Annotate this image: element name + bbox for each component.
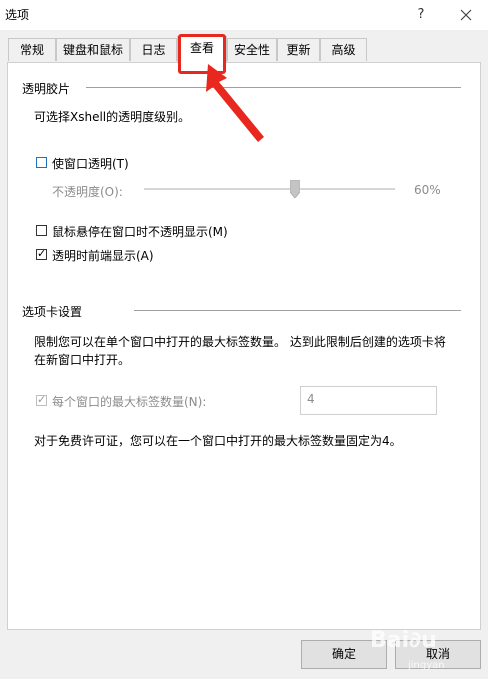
ok-button-label: 确定 [331, 647, 356, 661]
tab-keyboard-mouse[interactable]: 键盘和鼠标 [56, 38, 130, 61]
hover-opaque-checkbox[interactable] [36, 225, 47, 236]
group-divider [86, 87, 461, 88]
enable-transparency-checkbox[interactable] [36, 157, 47, 168]
enable-transparency-label: 使窗口透明(T) [52, 157, 129, 171]
opacity-value: 60% [414, 183, 441, 197]
opacity-slider-track[interactable] [144, 188, 395, 190]
slider-thumb-icon [290, 180, 300, 198]
max-tabs-label: 每个窗口的最大标签数量(N): [52, 395, 207, 409]
front-when-transparent-label: 透明时前端显示(A) [52, 249, 154, 263]
help-button[interactable]: ? [410, 4, 432, 26]
baidu-watermark: Bai∂u [370, 628, 437, 653]
close-button[interactable] [455, 4, 477, 26]
tab-settings-description-line2: 在新窗口中打开。 [34, 353, 131, 367]
front-when-transparent-checkbox[interactable] [36, 247, 47, 260]
opacity-label: 不透明度(O): [52, 185, 123, 199]
title-bar: 选项 ? [0, 0, 488, 30]
group-divider [134, 310, 461, 311]
tab-label: 常规 [19, 43, 44, 57]
tab-update[interactable]: 更新 [277, 38, 320, 61]
tab-label: 键盘和鼠标 [62, 43, 123, 57]
max-tabs-checkbox[interactable] [36, 393, 47, 406]
tab-security[interactable]: 安全性 [227, 38, 277, 61]
transparency-description: 可选择Xshell的透明度级别。 [34, 110, 191, 124]
tab-label: 安全性 [233, 43, 270, 57]
free-license-note: 对于免费许可证，您可以在一个窗口中打开的最大标签数量固定为4。 [34, 434, 402, 448]
tab-label: 高级 [331, 43, 356, 57]
window-title: 选项 [5, 8, 30, 22]
max-tabs-input[interactable]: 4 [300, 386, 437, 415]
tab-settings-group-title: 选项卡设置 [22, 305, 83, 319]
tab-advanced[interactable]: 高级 [320, 38, 367, 61]
tab-settings-description-line1: 限制您可以在单个窗口中打开的最大标签数量。 达到此限制后创建的选项卡将 [34, 335, 446, 349]
opacity-slider-thumb[interactable] [290, 180, 300, 198]
tab-label: 日志 [141, 43, 166, 57]
annotation-arrow [206, 64, 264, 142]
max-tabs-value: 4 [307, 392, 315, 406]
hover-opaque-label: 鼠标悬停在窗口时不透明显示(M) [52, 225, 228, 239]
tab-general[interactable]: 常规 [8, 38, 56, 61]
baidu-watermark-sub: jingyan [408, 660, 445, 671]
transparency-group-title: 透明胶片 [22, 82, 71, 96]
tab-label: 更新 [286, 43, 311, 57]
close-icon [460, 9, 472, 21]
tab-log[interactable]: 日志 [130, 38, 177, 61]
